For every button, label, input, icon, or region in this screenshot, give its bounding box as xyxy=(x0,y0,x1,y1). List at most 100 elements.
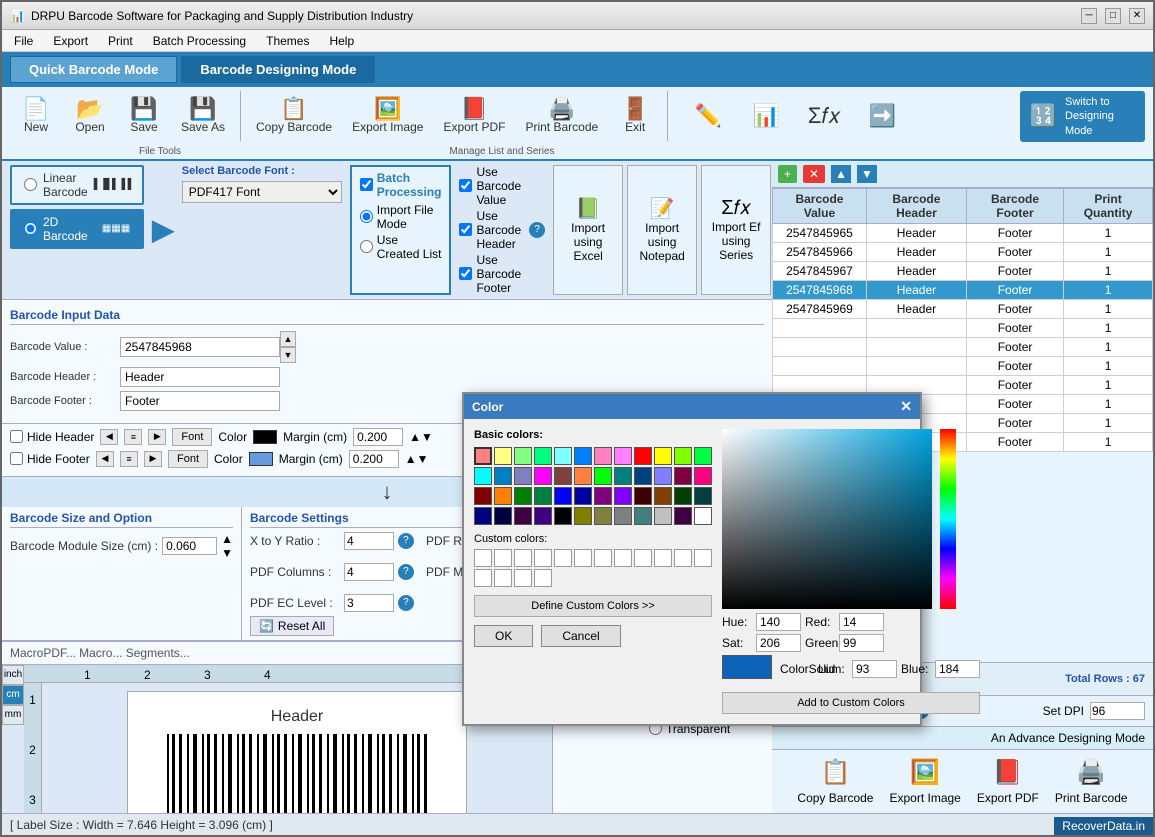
dpi-input[interactable] xyxy=(1090,702,1145,720)
color-spectrum[interactable] xyxy=(722,429,932,609)
hide-footer-cb[interactable] xyxy=(10,452,23,465)
ec-input[interactable] xyxy=(344,594,394,612)
swatch-31[interactable] xyxy=(614,487,632,505)
swatch-7[interactable] xyxy=(614,447,632,465)
switch-designing-button[interactable]: 🔢 Switch to Designing Mode xyxy=(1020,91,1145,142)
table-row[interactable]: 2547845969HeaderFooter1 xyxy=(773,299,1153,318)
module-down[interactable]: ▼ xyxy=(221,546,233,560)
sat-input[interactable] xyxy=(756,634,801,652)
linear-radio[interactable] xyxy=(24,178,37,191)
header-margin-input[interactable] xyxy=(353,428,403,446)
swatch-17[interactable] xyxy=(574,467,592,485)
custom-swatch-5[interactable] xyxy=(554,549,572,567)
swatch-36[interactable] xyxy=(474,507,492,525)
header-margin-down[interactable]: ▼ xyxy=(421,430,433,444)
save-as-button[interactable]: 💾 Save As xyxy=(172,91,234,142)
blue-input[interactable] xyxy=(935,660,980,678)
open-button[interactable]: 📂 Open xyxy=(64,91,116,142)
menu-file[interactable]: File xyxy=(6,32,41,50)
swatch-9[interactable] xyxy=(654,447,672,465)
swatch-19[interactable] xyxy=(614,467,632,485)
custom-swatch-12[interactable] xyxy=(694,549,712,567)
hide-header-label[interactable]: Hide Header xyxy=(10,430,94,444)
use-created-option[interactable]: Use Created List xyxy=(360,233,442,261)
pdf-cols-input[interactable] xyxy=(344,563,394,581)
swatch-28[interactable] xyxy=(554,487,572,505)
print-barcode-action[interactable]: 🖨️ Print Barcode xyxy=(1055,758,1128,805)
close-button[interactable]: ✕ xyxy=(1129,8,1145,24)
swatch-27[interactable] xyxy=(534,487,552,505)
minimize-button[interactable]: ─ xyxy=(1081,8,1097,24)
swatch-26[interactable] xyxy=(514,487,532,505)
footer-margin-input[interactable] xyxy=(349,450,399,468)
unit-cm[interactable]: cm xyxy=(2,685,24,705)
swatch-12[interactable] xyxy=(474,467,492,485)
swatch-18[interactable] xyxy=(594,467,612,485)
print-barcode-button[interactable]: 🖨️ Print Barcode xyxy=(516,91,607,142)
cancel-button[interactable]: Cancel xyxy=(541,625,620,647)
import-series-button[interactable]: Σ𝑓𝑥 Import Ef using Series xyxy=(701,165,771,295)
swatch-24[interactable] xyxy=(474,487,492,505)
swatch-4[interactable] xyxy=(554,447,572,465)
menu-themes[interactable]: Themes xyxy=(258,32,317,50)
import-file-option[interactable]: Import File Mode xyxy=(360,203,442,231)
xy-input[interactable] xyxy=(344,532,394,550)
custom-swatch-4[interactable] xyxy=(534,549,552,567)
custom-swatch-11[interactable] xyxy=(674,549,692,567)
swatch-30[interactable] xyxy=(594,487,612,505)
swatch-41[interactable] xyxy=(574,507,592,525)
copy-barcode-action[interactable]: 📋 Copy Barcode xyxy=(797,758,873,805)
swatch-13[interactable] xyxy=(494,467,512,485)
footer-align-right[interactable]: ▶ xyxy=(144,451,162,467)
swatch-45[interactable] xyxy=(654,507,672,525)
table-row[interactable]: 2547845965HeaderFooter1 xyxy=(773,223,1153,242)
add-row-button[interactable]: + xyxy=(778,165,797,183)
swatch-1[interactable] xyxy=(494,447,512,465)
swatch-15[interactable] xyxy=(534,467,552,485)
manage-list-btn1[interactable]: ✏️ xyxy=(682,100,734,132)
tab-quick[interactable]: Quick Barcode Mode xyxy=(10,56,177,83)
hue-input[interactable] xyxy=(756,613,801,631)
custom-swatch-13[interactable] xyxy=(474,569,492,587)
table-row[interactable]: Footer1 xyxy=(773,356,1153,375)
footer-margin-down[interactable]: ▼ xyxy=(417,452,429,466)
swatch-10[interactable] xyxy=(674,447,692,465)
header-align-right[interactable]: ▶ xyxy=(148,429,166,445)
manage-list-btn2[interactable]: 📊 xyxy=(740,100,792,132)
info-button[interactable]: ? xyxy=(529,222,545,238)
menu-help[interactable]: Help xyxy=(321,32,362,50)
export-image-action[interactable]: 🖼️ Export Image xyxy=(889,758,960,805)
custom-swatch-16[interactable] xyxy=(534,569,552,587)
exit-button[interactable]: 🚪 Exit xyxy=(609,91,661,142)
use-header-opt[interactable]: Use Barcode Header xyxy=(459,209,521,251)
swatch-11[interactable] xyxy=(694,447,712,465)
manage-list-btn4[interactable]: ➡️ xyxy=(856,100,908,132)
swatch-35[interactable] xyxy=(694,487,712,505)
custom-swatch-6[interactable] xyxy=(574,549,592,567)
table-row[interactable]: Footer1 xyxy=(773,337,1153,356)
red-input[interactable] xyxy=(839,613,884,631)
swatch-6[interactable] xyxy=(594,447,612,465)
swatch-5[interactable] xyxy=(574,447,592,465)
swatch-40[interactable] xyxy=(554,507,572,525)
reset-all-button[interactable]: 🔄 Reset All xyxy=(250,616,334,636)
new-button[interactable]: 📄 New xyxy=(10,91,62,142)
header-font-button[interactable]: Font xyxy=(172,428,212,446)
swatch-25[interactable] xyxy=(494,487,512,505)
table-row[interactable]: Footer1 xyxy=(773,318,1153,337)
move-up-button[interactable]: ▲ xyxy=(831,165,851,183)
header-margin-up[interactable]: ▲ xyxy=(409,430,421,444)
green-input[interactable] xyxy=(839,634,884,652)
move-down-button[interactable]: ▼ xyxy=(857,165,877,183)
ec-info[interactable]: ? xyxy=(398,595,414,611)
define-custom-btn[interactable]: Define Custom Colors >> xyxy=(474,595,712,617)
module-size-input[interactable] xyxy=(162,537,217,555)
ok-button[interactable]: OK xyxy=(474,625,533,647)
swatch-44[interactable] xyxy=(634,507,652,525)
import-excel-button[interactable]: 📗 Import using Excel xyxy=(553,165,623,295)
use-footer-opt[interactable]: Use Barcode Footer xyxy=(459,253,521,295)
swatch-39[interactable] xyxy=(534,507,552,525)
barcode-value-input[interactable] xyxy=(120,337,280,357)
footer-align-left[interactable]: ◀ xyxy=(96,451,114,467)
add-custom-button[interactable]: Add to Custom Colors xyxy=(722,692,980,714)
